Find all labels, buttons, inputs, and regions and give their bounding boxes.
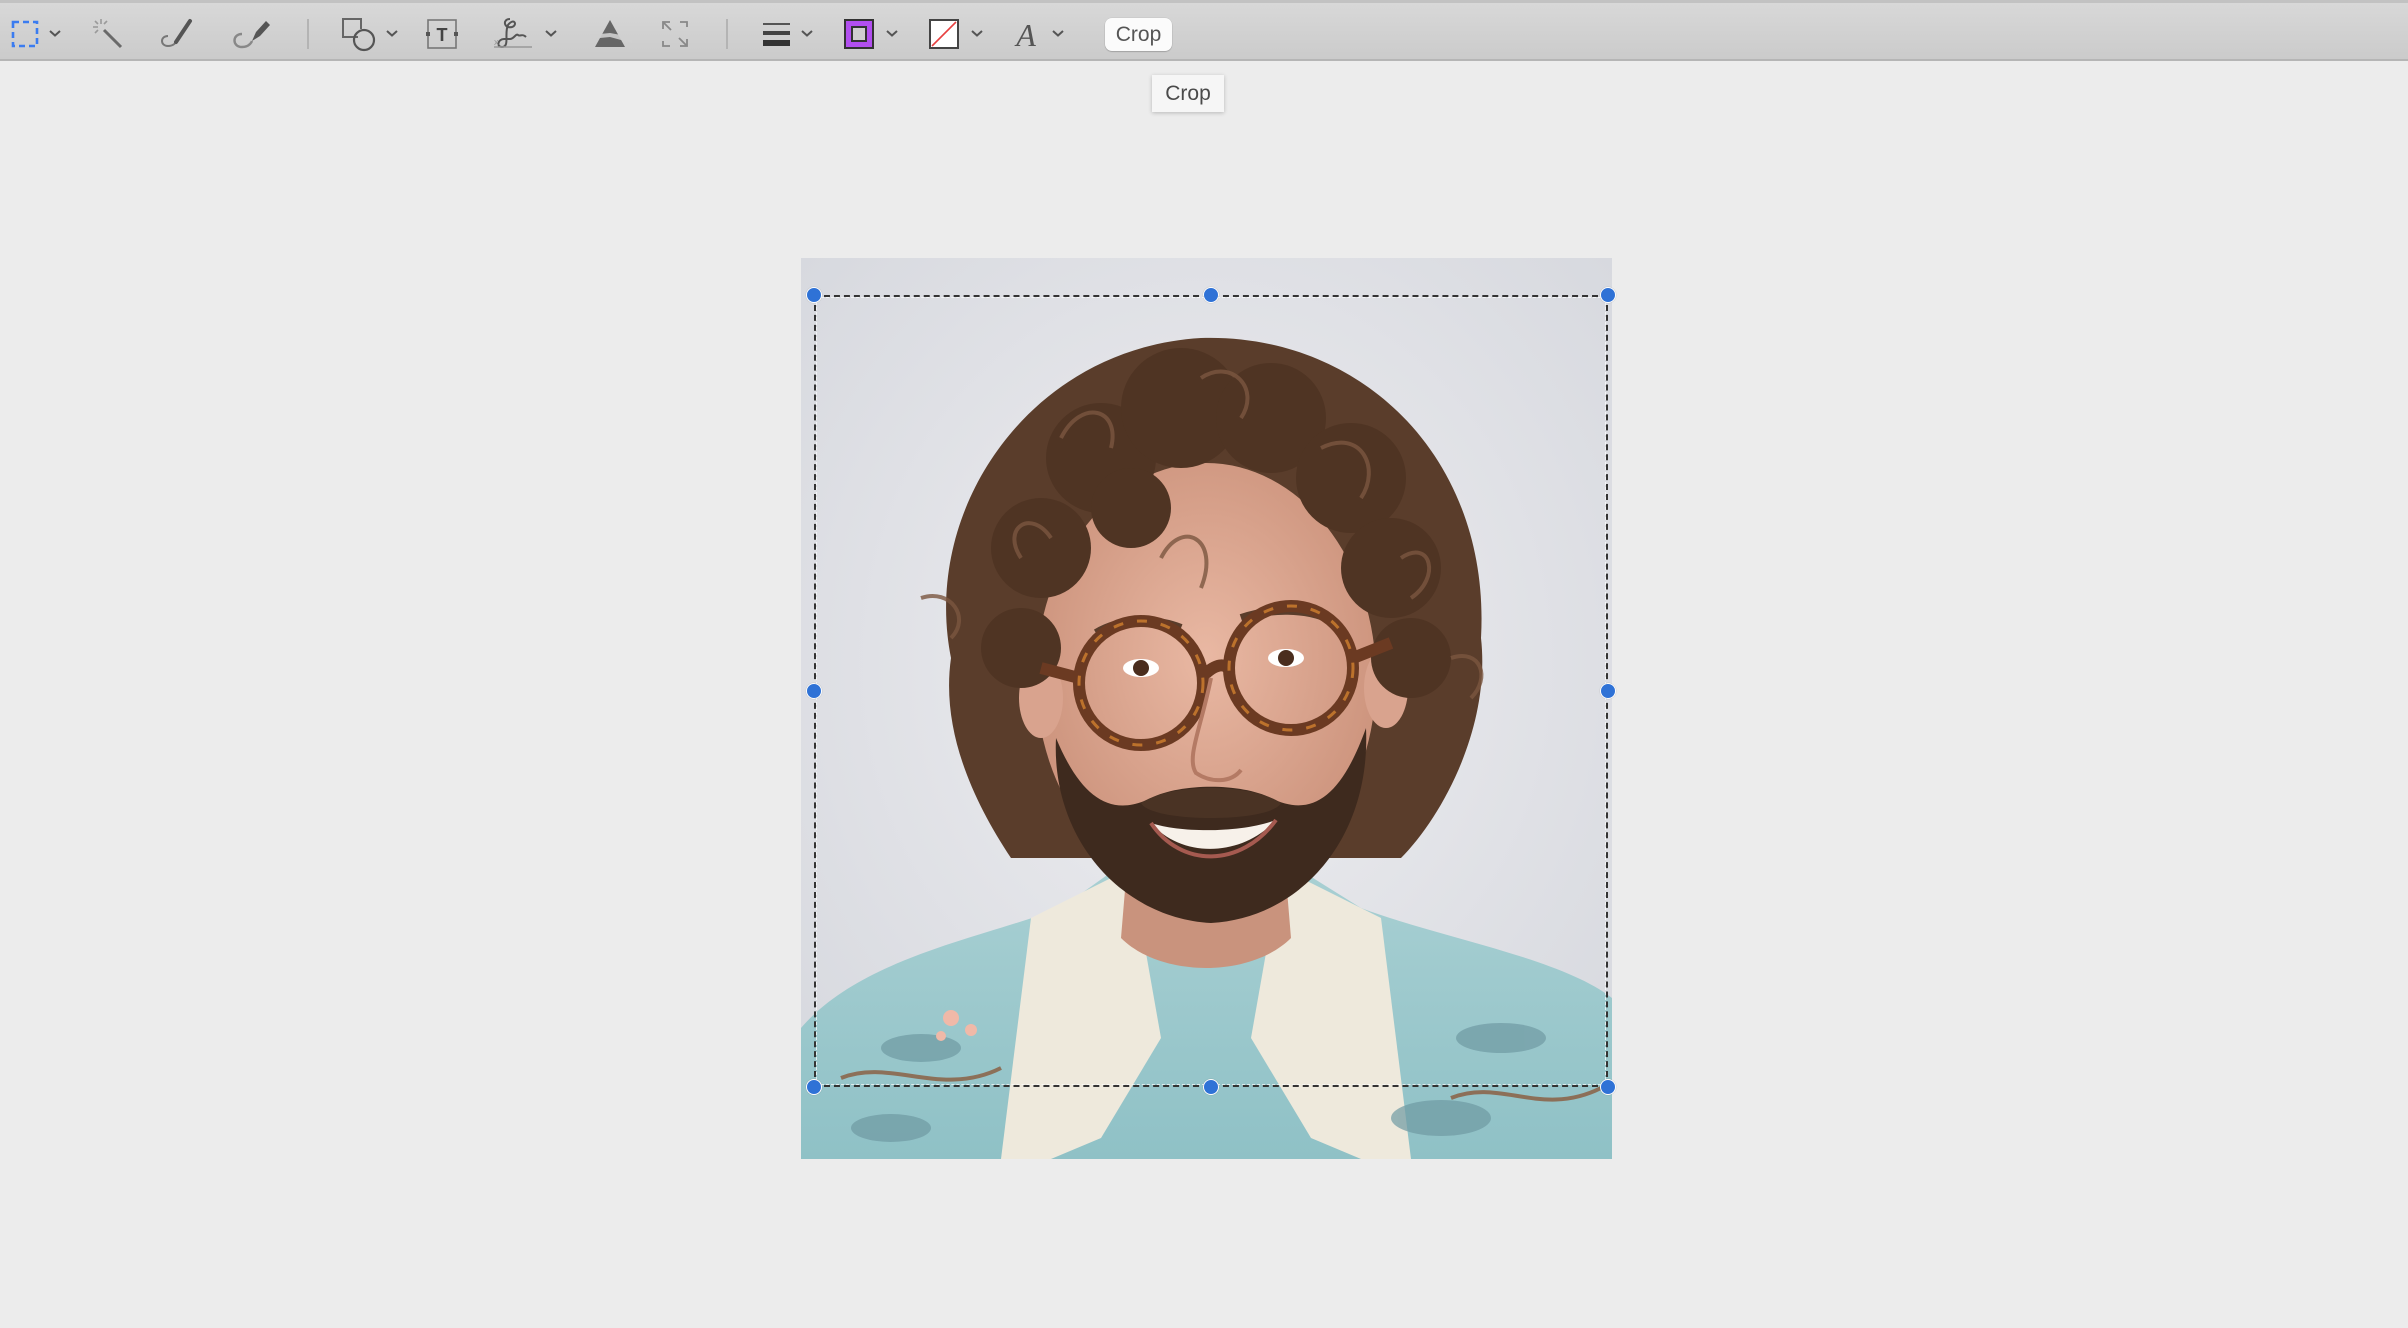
adjust-size-button[interactable] bbox=[660, 15, 690, 53]
svg-text:x: x bbox=[494, 37, 499, 47]
square-circle-shapes-icon bbox=[342, 18, 376, 52]
text-tool-button[interactable]: T bbox=[425, 15, 459, 53]
shapes-chevron-down-icon[interactable] bbox=[384, 25, 400, 41]
border-color-chevron-down-icon[interactable] bbox=[884, 25, 900, 41]
crop-handle-middle-left[interactable] bbox=[806, 683, 822, 699]
crop-button[interactable]: Crop bbox=[1105, 18, 1172, 51]
crop-handle-bottom-left[interactable] bbox=[806, 1079, 822, 1095]
resize-arrows-icon bbox=[662, 21, 688, 47]
crop-selection-rectangle[interactable] bbox=[814, 295, 1608, 1087]
crop-handle-bottom-center[interactable] bbox=[1203, 1079, 1219, 1095]
markup-toolbar: T x A Crop bbox=[0, 0, 2408, 61]
selection-tool-button[interactable] bbox=[10, 15, 40, 53]
shapes-tool-button[interactable] bbox=[340, 15, 378, 53]
border-color-button[interactable] bbox=[844, 15, 874, 53]
crop-handle-top-center[interactable] bbox=[1203, 287, 1219, 303]
toolbar-separator bbox=[726, 19, 728, 49]
sketch-tool-button[interactable] bbox=[156, 15, 196, 53]
fill-color-button[interactable] bbox=[929, 15, 959, 53]
shape-style-chevron-down-icon[interactable] bbox=[799, 25, 815, 41]
fill-color-chevron-down-icon[interactable] bbox=[969, 25, 985, 41]
border-color-swatch-icon bbox=[844, 19, 874, 49]
adjust-color-button[interactable] bbox=[590, 15, 632, 53]
toolbar-separator bbox=[307, 19, 309, 49]
crop-handle-top-left[interactable] bbox=[806, 287, 822, 303]
draw-tool-button[interactable] bbox=[228, 15, 272, 53]
text-style-button[interactable]: A bbox=[1012, 15, 1040, 53]
sign-chevron-down-icon[interactable] bbox=[543, 25, 559, 41]
signature-icon: x bbox=[494, 18, 532, 49]
magic-wand-icon bbox=[93, 19, 123, 49]
pen-sketch-icon bbox=[161, 19, 192, 48]
line-weight-icon bbox=[763, 23, 790, 46]
instant-alpha-button[interactable] bbox=[90, 15, 126, 53]
svg-text:A: A bbox=[1014, 17, 1036, 51]
text-box-icon: T bbox=[426, 19, 458, 49]
text-style-chevron-down-icon[interactable] bbox=[1050, 25, 1066, 41]
shape-style-button[interactable] bbox=[762, 15, 792, 53]
marker-draw-icon bbox=[233, 21, 270, 49]
font-A-icon: A bbox=[1014, 17, 1036, 51]
selection-tool-chevron-down-icon[interactable] bbox=[47, 25, 63, 41]
svg-text:T: T bbox=[437, 25, 448, 45]
sign-tool-button[interactable]: x bbox=[490, 15, 536, 53]
crop-handle-bottom-right[interactable] bbox=[1600, 1079, 1616, 1095]
crop-handle-middle-right[interactable] bbox=[1600, 683, 1616, 699]
prism-icon bbox=[590, 20, 632, 47]
fill-color-none-swatch-icon bbox=[929, 19, 959, 49]
crop-tooltip: Crop bbox=[1152, 75, 1224, 112]
crop-handle-top-right[interactable] bbox=[1600, 287, 1616, 303]
dashed-rectangle-selection-icon bbox=[11, 20, 39, 48]
